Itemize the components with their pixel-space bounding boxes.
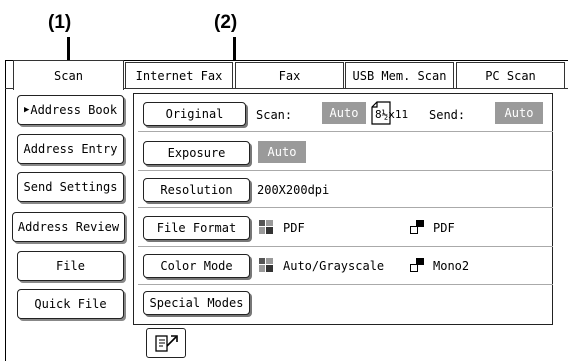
color-mode-color-value: Auto/Grayscale <box>283 259 385 273</box>
scan-preview-button[interactable] <box>146 328 186 358</box>
send-label: Send: <box>429 108 466 122</box>
color-mode-button[interactable]: Color Mode <box>143 254 250 278</box>
file-format-mono-value: PDF <box>433 221 455 235</box>
address-entry-button[interactable]: Address Entry <box>17 134 124 164</box>
play-triangle-icon: ▶ <box>23 105 30 115</box>
file-format-button[interactable]: File Format <box>143 216 250 240</box>
quick-file-button[interactable]: Quick File <box>17 289 124 319</box>
color-mode-mono-value: Mono2 <box>433 259 470 273</box>
address-book-button[interactable]: ▶ Address Book <box>17 95 124 125</box>
color-squares-icon <box>259 258 273 272</box>
row-divider <box>138 131 553 132</box>
callout-1: (1) <box>48 12 72 33</box>
tab-usb-mem-scan[interactable]: USB Mem. Scan <box>345 62 454 88</box>
tab-fax[interactable]: Fax <box>235 62 344 88</box>
exposure-button[interactable]: Exposure <box>143 141 250 165</box>
tab-scan[interactable]: Scan <box>13 60 124 90</box>
paper-size-value: 8½x11 <box>375 108 409 121</box>
exposure-value: Auto <box>258 141 306 163</box>
file-format-color-value: PDF <box>283 221 305 235</box>
row-divider <box>138 246 553 247</box>
address-review-button[interactable]: Address Review <box>12 212 125 242</box>
file-button[interactable]: File <box>17 251 124 281</box>
scan-label: Scan: <box>256 108 293 122</box>
send-size-value: Auto <box>495 102 543 124</box>
row-divider <box>138 170 553 171</box>
original-button[interactable]: Original <box>143 102 246 126</box>
resolution-value: 200X200dpi <box>257 183 330 197</box>
callout-2: (2) <box>214 12 238 33</box>
scan-size-value: Auto <box>322 102 366 124</box>
special-modes-button[interactable]: Special Modes <box>143 291 250 315</box>
tab-internet-fax[interactable]: Internet Fax <box>125 62 233 88</box>
scan-preview-icon <box>155 335 178 352</box>
row-divider <box>138 284 553 285</box>
mono-squares-icon <box>410 220 424 234</box>
row-divider <box>138 207 553 208</box>
send-settings-button[interactable]: Send Settings <box>17 172 124 202</box>
resolution-button[interactable]: Resolution <box>143 178 250 202</box>
tab-pc-scan[interactable]: PC Scan <box>456 62 565 88</box>
mono-squares-icon <box>410 258 424 272</box>
address-book-label: Address Book <box>30 103 118 117</box>
color-squares-icon <box>259 220 273 234</box>
